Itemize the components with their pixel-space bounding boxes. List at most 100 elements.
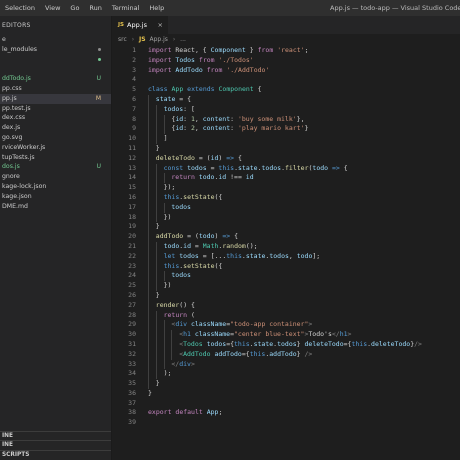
code-line[interactable]: 28 return (: [112, 310, 460, 321]
code-line[interactable]: 14 return todo.id !== id: [112, 173, 460, 184]
file-tree-item[interactable]: go.svg: [0, 133, 111, 143]
code-token: this: [163, 192, 180, 201]
code-token: }: [148, 388, 152, 397]
code-line[interactable]: 37: [112, 399, 460, 409]
sidebar-section-header[interactable]: SCRIPTS: [0, 450, 111, 460]
code-line[interactable]: 24 todos: [112, 271, 460, 282]
code-line[interactable]: 6 state = {: [112, 94, 460, 105]
code-line[interactable]: 30 <h1 className="center blue-text">Todo'…: [112, 330, 460, 340]
explorer-section-header[interactable]: EDITORS: [0, 16, 111, 35]
code-line[interactable]: 4: [112, 75, 460, 85]
code-line[interactable]: 10]: [112, 134, 460, 144]
breadcrumb-folder[interactable]: src: [118, 36, 127, 43]
code-line[interactable]: 38 export default App;: [112, 408, 460, 418]
menu-item-selection[interactable]: Selection: [0, 4, 40, 12]
file-tree-item[interactable]: [0, 64, 111, 74]
chevron-right-icon: ›: [131, 36, 135, 43]
indent-guide: [148, 222, 149, 233]
code-line[interactable]: 29 <div className="todo-app container">: [112, 320, 460, 331]
code-line[interactable]: 34);: [112, 369, 460, 380]
code-line[interactable]: 23 this.setState({: [112, 261, 460, 272]
code-token: :: [183, 114, 191, 123]
code-line[interactable]: 31 <Todos todos={this.state.todos} delete…: [112, 339, 460, 350]
code-line[interactable]: 35}: [112, 379, 460, 389]
line-number: 10: [128, 134, 136, 143]
code-line[interactable]: 18}): [112, 212, 460, 223]
file-tree-item-label: pp.test.js: [2, 104, 31, 112]
code-token: todo: [198, 232, 215, 241]
line-number: 9: [132, 124, 136, 133]
file-tree-item[interactable]: kage-lock.json: [0, 182, 111, 192]
code-line[interactable]: 11}: [112, 143, 460, 154]
code-line[interactable]: 5 class App extends Component {: [112, 85, 460, 95]
code-line[interactable]: 12 deleteTodo = (id) => {: [112, 153, 460, 164]
file-tree-item[interactable]: pp.test.js: [0, 104, 111, 114]
code-line[interactable]: 36}: [112, 389, 460, 399]
code-line[interactable]: 22 let todos = [...this.state.todos, todo…: [112, 251, 460, 262]
code-line[interactable]: 21 todo.id = Math.random();: [112, 241, 460, 252]
line-number: 29: [128, 320, 136, 329]
menu-item-help[interactable]: Help: [144, 4, 169, 12]
code-line[interactable]: 27 render() {: [112, 300, 460, 311]
code-token: App: [171, 85, 184, 94]
sidebar-section-header[interactable]: INE: [0, 440, 111, 450]
line-number: 20: [128, 232, 136, 241]
code-token: =>: [226, 153, 235, 162]
code-token: );: [163, 369, 172, 378]
file-tree-item[interactable]: tupTests.js: [0, 153, 111, 163]
code-token: Math: [202, 241, 219, 250]
code-line[interactable]: 33 </div>: [112, 359, 460, 370]
indent-guide: [148, 369, 149, 380]
code-text: ]: [164, 134, 168, 144]
code-line[interactable]: 1 import React, { Component } from 'react…: [112, 46, 460, 56]
code-line[interactable]: 9 {id: 2, content: 'play mario kart'}: [112, 124, 460, 135]
tab-app-js[interactable]: JS App.js ×: [112, 16, 168, 34]
code-line[interactable]: 3 import AddTodo from './AddTodo': [112, 66, 460, 76]
menu-item-run[interactable]: Run: [84, 4, 106, 12]
code-line[interactable]: 25}): [112, 281, 460, 291]
menu-item-view[interactable]: View: [40, 4, 65, 12]
file-tree-item[interactable]: dex.js: [0, 123, 111, 133]
file-tree-item[interactable]: dex.css: [0, 113, 111, 123]
file-tree-item[interactable]: pp.css: [0, 84, 111, 94]
breadcrumb-file[interactable]: App.js: [150, 36, 168, 43]
code-line[interactable]: 7 todos: [: [112, 104, 460, 115]
file-tree-item[interactable]: e: [0, 35, 111, 45]
close-icon[interactable]: ×: [158, 21, 163, 29]
file-tree-item[interactable]: ddTodo.js U: [0, 74, 111, 84]
menu-item-terminal[interactable]: Terminal: [107, 4, 144, 12]
line-number: 34: [128, 369, 136, 378]
git-status-dot-icon: [98, 48, 101, 52]
code-text: import React, { Component } from 'react'…: [148, 46, 309, 56]
file-tree-item[interactable]: pp.js M: [0, 93, 111, 104]
code-line[interactable]: 16 this.setState({: [112, 192, 460, 203]
code-token: {: [230, 232, 238, 241]
code-editor[interactable]: 1 import React, { Component } from 'react…: [112, 46, 460, 460]
code-line[interactable]: 17 todos: [112, 202, 460, 213]
breadcrumb-symbol[interactable]: ...: [180, 36, 186, 43]
file-tree-item[interactable]: [0, 55, 111, 65]
indent-guide: [155, 320, 157, 331]
sidebar-section-header[interactable]: INE: [0, 430, 111, 441]
file-tree-item[interactable]: le_modules: [0, 45, 111, 55]
file-tree-item[interactable]: gnore: [0, 172, 111, 182]
code-line[interactable]: 13 const todos = this.state.todos.filter(…: [112, 163, 460, 174]
line-number: 25: [128, 281, 136, 290]
code-line[interactable]: 2 import Todos from './Todos': [112, 56, 460, 66]
file-tree-item[interactable]: kage.json: [0, 192, 111, 202]
code-line[interactable]: 20 addTodo = (todo) => {: [112, 232, 460, 242]
file-tree-item[interactable]: DME.md: [0, 202, 111, 212]
code-line[interactable]: 15});: [112, 183, 460, 193]
code-line[interactable]: 39: [112, 418, 460, 428]
file-tree-item[interactable]: dos.js U: [0, 162, 111, 172]
code-token: todos: [269, 251, 289, 260]
code-token: id: [245, 173, 254, 182]
code-text: }: [156, 291, 160, 301]
code-line[interactable]: 19}: [112, 222, 460, 233]
code-line[interactable]: 26}: [112, 290, 460, 301]
menu-item-go[interactable]: Go: [65, 4, 84, 12]
code-line[interactable]: 8 {id: 1, content: 'buy some milk'},: [112, 114, 460, 125]
file-tree-item[interactable]: rviceWorker.js: [0, 143, 111, 153]
git-status-badge: M: [95, 94, 101, 102]
code-line[interactable]: 32 <AddTodo addTodo={this.addTodo} />: [112, 349, 460, 360]
